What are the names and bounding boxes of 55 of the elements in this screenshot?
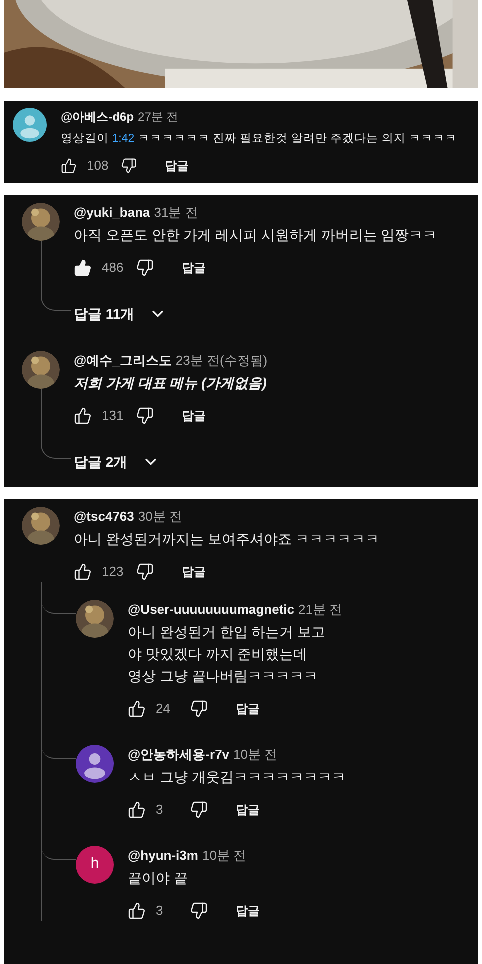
dislike-icon[interactable] [121,158,137,174]
like-icon[interactable] [128,902,146,920]
letter-avatar: h [76,846,114,884]
comment-time: 30분 전 [138,508,182,526]
comment-text: 끝이야 끝 [128,869,189,888]
comment-text: 아직 오픈도 안한 가게 레시피 시원하게 까버리는 임짱ㅋㅋ [74,226,438,245]
comment-time: 21분 전 [298,600,343,618]
reply-button[interactable]: 답글 [182,562,206,581]
reply-button[interactable]: 답글 [182,406,206,425]
reply-button[interactable]: 답글 [182,258,206,277]
like-count: 24 [156,700,172,718]
comment-author[interactable]: @안농하세용-r7v [128,744,230,764]
comment-time: 10분 전 [234,746,278,764]
comment-time: 10분 전 [202,846,247,864]
reply-button[interactable]: 답글 [236,902,260,920]
comment-author[interactable]: @hyun-i3m [128,846,198,865]
comment-text: ㅅㅂ 그냥 개웃김ㅋㅋㅋㅋㅋㅋㅋㅋ [128,768,347,787]
like-icon[interactable] [74,258,92,277]
timestamp-link[interactable]: 1:42 [112,133,135,145]
like-count: 108 [87,157,110,175]
like-icon[interactable] [74,562,92,581]
comment-time: 27분 전 [138,109,179,126]
comment-text: 저희 가게 대표 메뉴 (가게없음) [74,374,268,393]
reply-button[interactable]: 답글 [236,700,260,718]
thread-line [41,388,71,458]
comment-time: 23분 전(수정됨) [176,352,268,370]
like-count: 486 [102,259,125,277]
comment-text: 아니 완성된거까지는 보여주셔야죠 ㅋㅋㅋㅋㅋㅋ [74,530,381,549]
reply-button[interactable]: 답글 [165,156,189,175]
like-icon[interactable] [128,700,146,718]
comment-author[interactable]: @yuki_bana [74,202,150,222]
thread-line [41,240,71,310]
like-count: 3 [156,902,164,920]
reply-button[interactable]: 답글 [236,800,260,819]
dislike-icon[interactable] [190,700,208,718]
comment-author[interactable]: @User-uuuuuuuumagnetic [128,600,295,619]
like-icon[interactable] [61,158,77,174]
dislike-icon[interactable] [190,800,208,819]
like-icon[interactable] [74,406,92,425]
comment-author[interactable]: @tsc4763 [74,506,134,526]
like-count: 131 [102,407,125,425]
dislike-icon[interactable] [136,406,154,425]
comment-time: 31분 전 [154,204,198,222]
replies-toggle[interactable]: 답글 11개 [74,304,460,324]
comment-text: 아니 완성된거 한입 하는거 보고 야 맛있겠다 까지 준비했는데 영상 그냥 끝나버림ㅋㅋㅋㅋㅋ [128,623,327,686]
comment-author[interactable]: @예수_그리스도 [74,350,172,370]
comment-text: 영상길이 1:42 ㅋㅋㅋㅋㅋㅋ 진짜 필요한것 알려만 주겠다는 의지 ㅋㅋㅋㅋ [61,132,458,147]
dislike-icon[interactable] [136,258,154,277]
replies-toggle[interactable]: 답글 2개 [74,452,460,472]
comment-author[interactable]: @아베스-d6p [61,108,134,126]
dislike-icon[interactable] [136,562,154,581]
like-icon[interactable] [128,800,146,819]
like-count: 3 [156,801,164,819]
like-count: 123 [102,563,125,581]
dislike-icon[interactable] [190,902,208,920]
